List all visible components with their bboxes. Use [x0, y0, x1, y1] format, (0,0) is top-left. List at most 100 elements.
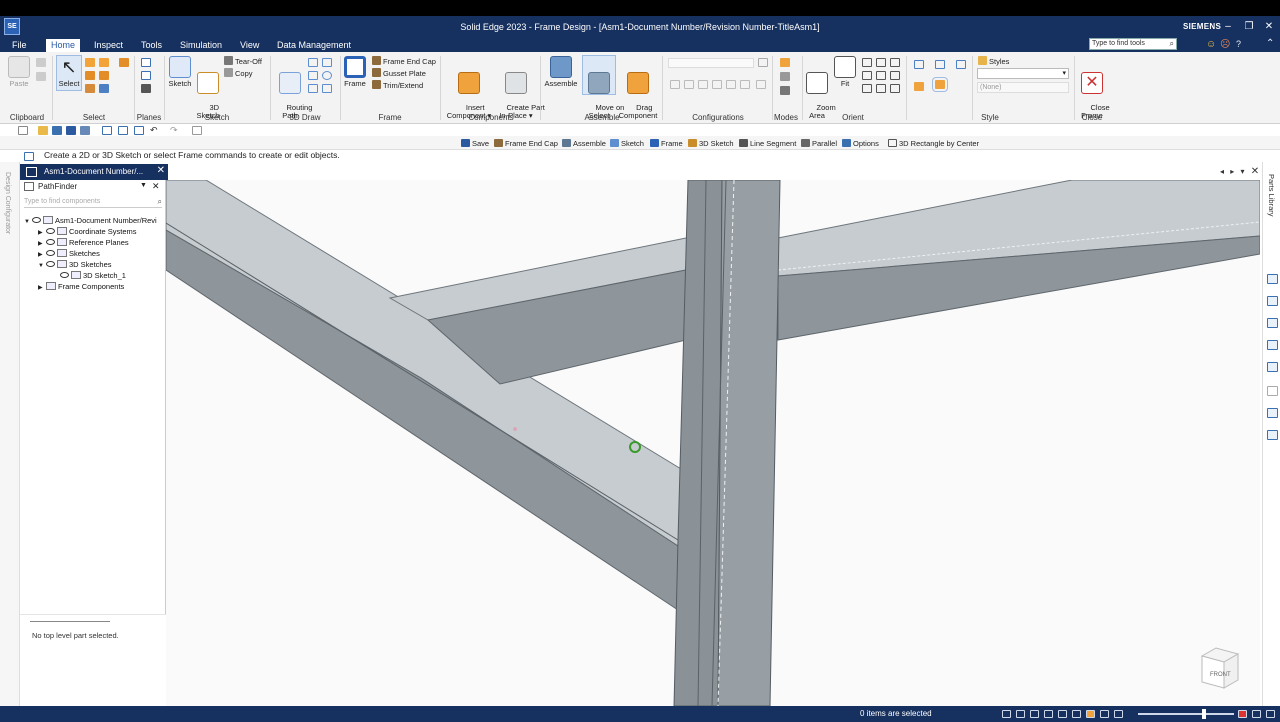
arc-icon[interactable] [322, 58, 332, 67]
tree-item-3d-sketch-1[interactable]: 3D Sketch_1 [60, 271, 126, 280]
cmd-3d-rectangle[interactable]: 3D Rectangle by Center [888, 139, 979, 148]
undo-icon[interactable]: ↶ [150, 126, 160, 135]
menu-home[interactable]: Home [46, 39, 81, 52]
cmd-3d-sketch[interactable]: 3D Sketch [688, 139, 734, 148]
close-window-button[interactable]: ✕ [1262, 20, 1276, 34]
coordinate-icon[interactable] [141, 84, 151, 93]
visibility-eye-icon[interactable] [46, 250, 55, 256]
help-icon[interactable]: ? [1236, 39, 1241, 49]
copy-sketch-button[interactable]: Copy [224, 68, 253, 78]
config-tool-icon[interactable] [670, 80, 680, 89]
select-tool-icon[interactable] [85, 58, 95, 67]
ribbon-collapse-icon[interactable]: ⌃ [1266, 38, 1274, 49]
view-orient-icon[interactable] [956, 60, 966, 69]
menu-simulation[interactable]: Simulation [180, 40, 222, 50]
view-cube[interactable]: FRONT [1196, 646, 1242, 690]
save-all-icon[interactable] [80, 126, 90, 135]
config-tool-icon[interactable] [756, 80, 766, 89]
curve-icon[interactable] [308, 84, 318, 93]
configuration-select[interactable] [668, 58, 754, 68]
status-tool-icon[interactable] [1058, 710, 1067, 718]
status-tool-icon[interactable] [1030, 710, 1039, 718]
circle-icon[interactable] [322, 71, 332, 80]
rectangle-icon[interactable] [308, 71, 318, 80]
config-tool-icon[interactable] [740, 80, 750, 89]
dock-tool-icon[interactable] [1267, 430, 1278, 440]
assemble-button[interactable]: Assemble [542, 56, 580, 88]
print-icon[interactable] [102, 126, 112, 135]
tree-item-3d-sketches[interactable]: ▼ 3D Sketches [38, 260, 112, 269]
status-tool-icon[interactable] [1252, 710, 1261, 718]
refresh-icon[interactable] [52, 126, 62, 135]
mode-icon[interactable] [780, 86, 790, 95]
frame-button[interactable]: Frame [342, 56, 368, 88]
graphics-viewport[interactable] [166, 180, 1260, 706]
shaded-edges-icon[interactable] [932, 77, 948, 92]
copy-clip-icon[interactable] [36, 72, 46, 81]
expand-icon[interactable]: ▶ [38, 284, 46, 291]
chevron-down-icon[interactable]: ▾ [1241, 167, 1245, 176]
plane-icon[interactable] [141, 58, 151, 67]
frame-end-cap-button[interactable]: Frame End Cap [372, 56, 436, 66]
diagonal-beam-top[interactable] [166, 180, 687, 549]
dock-tool-icon[interactable] [1267, 340, 1278, 350]
new-file-icon[interactable] [18, 126, 28, 135]
styles-button[interactable]: Styles [978, 56, 1009, 66]
cmd-save[interactable]: Save [461, 139, 489, 148]
config-tool-icon[interactable] [726, 80, 736, 89]
view-orient-icon[interactable] [914, 60, 924, 69]
properties-icon[interactable] [134, 126, 144, 135]
trim-extend-button[interactable]: Trim/Extend [372, 80, 423, 90]
expand-icon[interactable]: ▶ [38, 251, 46, 258]
dock-tool-icon[interactable] [1267, 274, 1278, 284]
restore-button[interactable]: ❐ [1242, 20, 1256, 34]
config-save-icon[interactable] [758, 58, 768, 67]
save-icon[interactable] [66, 126, 76, 135]
chevron-right-icon[interactable]: ▸ [1230, 167, 1234, 176]
dock-tool-icon[interactable] [1267, 296, 1278, 306]
design-configurator-tab[interactable]: Design Configurator [4, 172, 11, 234]
dock-tool-icon[interactable] [1267, 362, 1278, 372]
minimize-button[interactable]: – [1221, 20, 1235, 34]
parts-library-tab[interactable]: Parts Library [1267, 174, 1276, 217]
sketch-point-marker[interactable] [513, 427, 517, 431]
menu-tools[interactable]: Tools [141, 40, 162, 50]
status-tool-icon[interactable] [1016, 710, 1025, 718]
mode-icon[interactable] [780, 72, 790, 81]
cmd-parallel[interactable]: Parallel [801, 139, 837, 148]
select-more-icon[interactable] [85, 84, 95, 93]
visibility-eye-icon[interactable] [32, 217, 41, 223]
panel-close-icon[interactable]: ✕ [152, 181, 160, 192]
zoom-slider-thumb[interactable] [1202, 709, 1206, 719]
tree-item-frame-components[interactable]: ▶ Frame Components [38, 282, 124, 291]
redo-icon[interactable]: ↷ [170, 126, 180, 135]
open-file-icon[interactable] [38, 126, 48, 135]
tear-off-button[interactable]: Tear-Off [224, 56, 262, 66]
menu-data-management[interactable]: Data Management [277, 40, 351, 50]
visibility-eye-icon[interactable] [46, 261, 55, 267]
cmd-frame[interactable]: Frame [650, 139, 683, 148]
collapse-icon[interactable]: ▼ [24, 219, 32, 225]
view-icon[interactable] [862, 84, 872, 93]
select-filter-icon[interactable] [99, 58, 109, 67]
visibility-eye-icon[interactable] [60, 272, 69, 278]
pane-splitter[interactable] [30, 621, 110, 622]
config-tool-icon[interactable] [684, 80, 694, 89]
gusset-plate-button[interactable]: Gusset Plate [372, 68, 426, 78]
view-orient-icon[interactable] [935, 60, 945, 69]
tool-search-input[interactable]: Type to find tools ⌕ [1089, 38, 1177, 50]
dock-tool-icon[interactable] [1267, 318, 1278, 328]
cmd-line-segment[interactable]: Line Segment [739, 139, 796, 148]
frown-icon[interactable]: ☹ [1220, 39, 1230, 50]
line-icon[interactable] [308, 58, 318, 67]
fillet-icon[interactable] [322, 84, 332, 93]
close-tab-icon[interactable]: ✕ [157, 165, 165, 176]
status-tool-icon[interactable] [1100, 710, 1109, 718]
column-front-face[interactable] [717, 180, 781, 706]
zoom-slider-track[interactable] [1138, 713, 1234, 715]
mode-icon[interactable] [780, 58, 790, 67]
paste-button[interactable]: Paste [6, 56, 32, 88]
rotate-icon[interactable] [890, 58, 900, 67]
tree-item-coordinate-systems[interactable]: ▶ Coordinate Systems [38, 227, 137, 236]
status-tool-icon[interactable] [1072, 710, 1081, 718]
